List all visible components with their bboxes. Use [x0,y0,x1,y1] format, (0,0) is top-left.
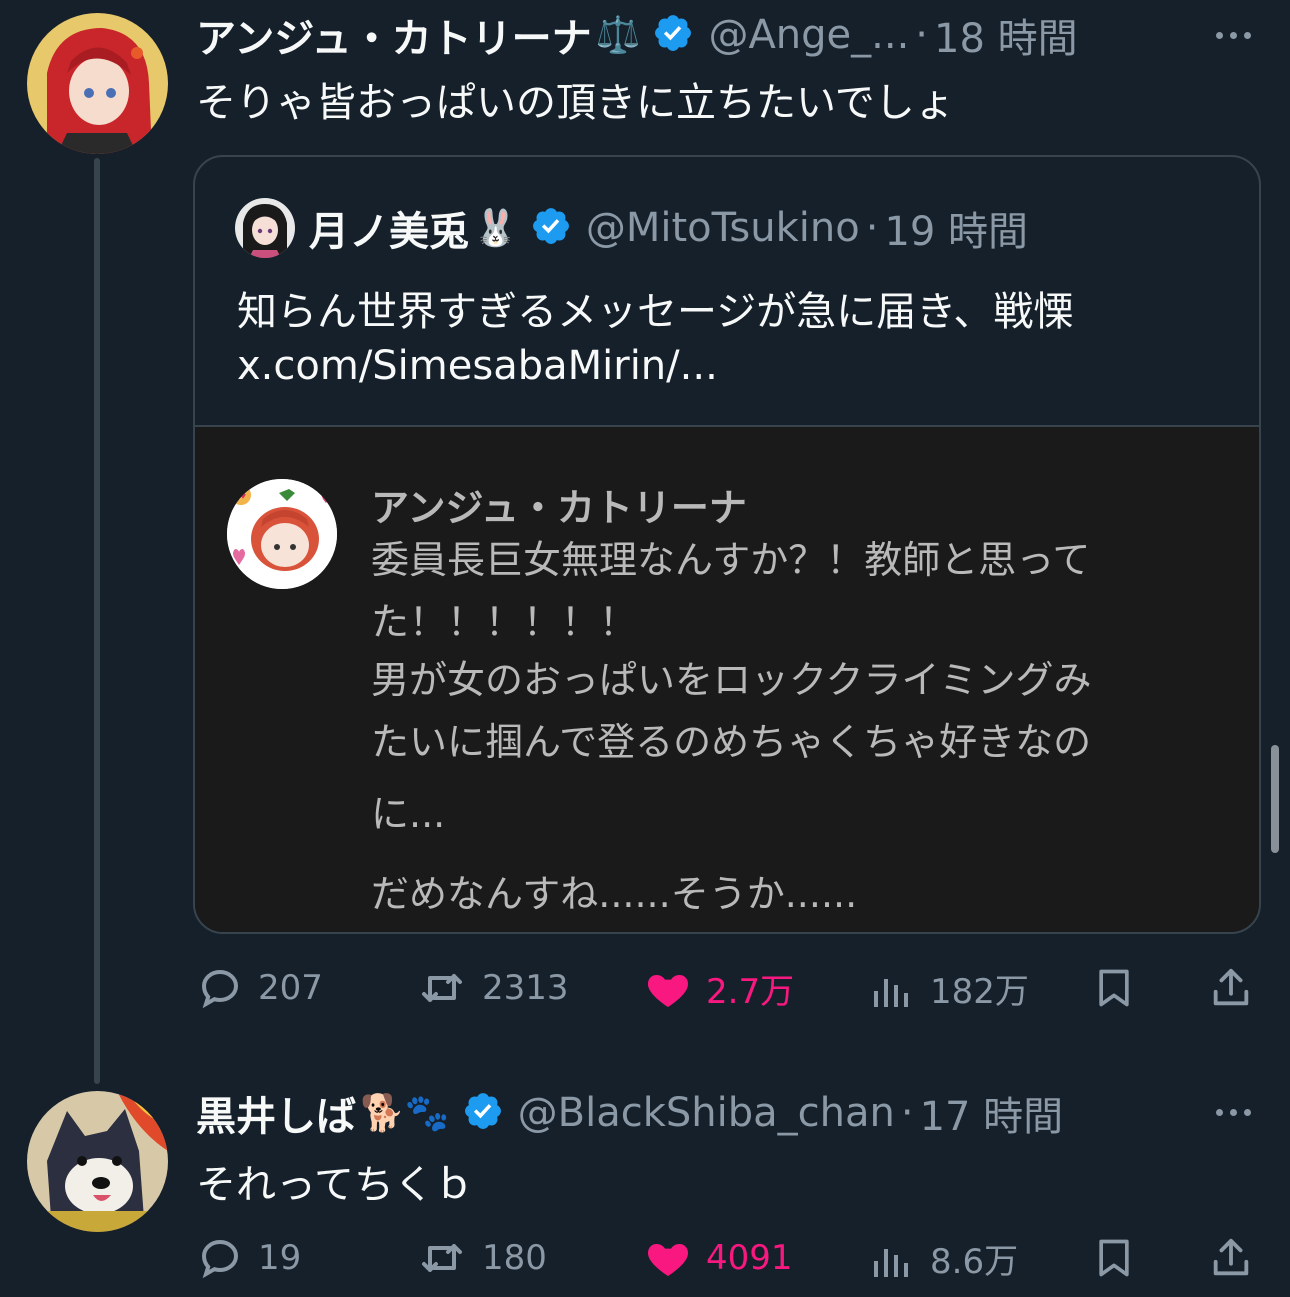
retweet-count: 180 [482,1238,547,1278]
separator-dot: · [915,12,929,58]
views-button[interactable]: 182万 [868,964,1029,1013]
quote-display-name: 月ノ美兎 [309,209,469,255]
more-options-icon[interactable] [1216,1109,1251,1116]
views-count: 182万 [930,972,1029,1012]
bookmark-button[interactable] [1092,1234,1136,1282]
rabbit-emoji-icon: 🐰 [473,208,518,249]
quote-media-image[interactable]: アンジュ・カトリーナ 委員長巨女無理なんすか？！教師と思って た！！！！！！ 男… [195,425,1259,932]
tweet-header: アンジュ・カトリーナ ⚖️ @Ange_... · 18 時間 [196,8,1078,62]
reply-icon [201,1239,239,1279]
reply-icon [201,969,239,1009]
avatar-chibi-icon [227,479,337,589]
views-count: 8.6万 [930,1242,1019,1282]
tweet-action-bar: 207 2313 2.7万 182万 [196,964,1256,1014]
retweet-button[interactable]: 2313 [416,964,569,1012]
quote-user-handle: @MitoTsukino [585,205,860,251]
user-handle[interactable]: @BlackShiba_chan [518,1090,895,1136]
quote-link[interactable]: x.com/SimesabaMirin/... [237,343,718,389]
bookmark-icon [1099,969,1129,1007]
media-text-line: に... [371,792,446,836]
quote-header: 月ノ美兎 🐰 @MitoTsukino · 19 時間 [309,203,1028,255]
retweet-icon [422,974,462,1002]
media-text-line: たいに掴んで登るのめちゃくちゃ好きなの [371,720,1092,764]
media-text-line: だめなんすね......そうか...... [371,872,858,916]
views-chart-icon [874,978,908,1007]
more-options-icon[interactable] [1216,32,1251,39]
reply-button[interactable]: 207 [196,964,323,1012]
verified-badge-icon [652,12,694,58]
avatar-black-hair-icon [235,198,295,258]
quote-avatar [235,198,295,258]
heart-filled-icon [647,1244,689,1276]
like-button[interactable]: 4091 [644,1234,793,1282]
separator-dot: · [865,205,879,251]
views-chart-icon [874,1248,908,1277]
retweet-count: 2313 [482,968,569,1008]
verified-badge-icon [462,1090,504,1136]
like-count: 4091 [706,1238,793,1278]
tweet-action-bar: 19 180 4091 8.6万 [196,1234,1256,1284]
views-button[interactable]: 8.6万 [868,1234,1018,1283]
reply-button[interactable]: 19 [196,1234,301,1282]
retweet-icon [422,1244,462,1272]
dog-paw-emoji-icon: 🐕🐾 [360,1093,450,1134]
user-handle[interactable]: @Ange_... [708,12,909,58]
timeline: アンジュ・カトリーナ ⚖️ @Ange_... · 18 時間 そりゃ皆おっぱい… [0,0,1290,1297]
display-name[interactable]: 黒井しば [196,1084,356,1142]
like-count: 2.7万 [706,972,795,1012]
tweet-text: そりゃ皆おっぱいの頂きに立ちたいでしょ [196,80,955,126]
quote-text-line: 知らん世界すぎるメッセージが急に届き、戦慄 [237,289,1074,335]
media-text-line: た！！！！！！ [371,600,638,644]
media-text-line: 委員長巨女無理なんすか？！教師と思って [371,538,1091,582]
timestamp[interactable]: 17 時間 [920,1084,1064,1142]
media-text-line: 男が女のおっぱいをロッククライミングみ [371,658,1092,702]
share-button[interactable] [1208,964,1254,1012]
heart-filled-icon [647,974,689,1007]
avatar-red-hair-icon [27,13,168,154]
share-icon [1213,968,1249,1006]
verified-badge-icon [530,205,572,251]
media-avatar [227,479,337,589]
separator-dot: · [900,1090,914,1136]
share-button[interactable] [1208,1234,1254,1282]
bookmark-icon [1099,1239,1129,1277]
tweet-header: 黒井しば 🐕🐾 @BlackShiba_chan · 17 時間 [196,1086,1063,1140]
timestamp[interactable]: 18 時間 [934,6,1078,64]
reply-count: 207 [258,968,323,1008]
avatar[interactable] [27,1091,168,1232]
thread-connector-line [94,158,100,1084]
quote-timestamp: 19 時間 [884,209,1029,255]
reply-count: 19 [258,1238,302,1278]
retweet-button[interactable]: 180 [416,1234,547,1282]
like-button[interactable]: 2.7万 [644,964,794,1013]
quote-tweet-card[interactable]: 月ノ美兎 🐰 @MitoTsukino · 19 時間 知らん世界すぎるメッセー… [193,155,1261,934]
display-name[interactable]: アンジュ・カトリーナ [196,6,592,64]
tweet-text: それってちくｂ [196,1162,474,1208]
scales-emoji-icon: ⚖️ [595,15,641,56]
avatar-shiba-dog-icon [27,1091,168,1232]
scrollbar-thumb[interactable] [1271,745,1279,853]
media-display-name: アンジュ・カトリーナ [371,486,747,530]
avatar[interactable] [27,13,168,154]
share-icon [1213,1238,1249,1276]
bookmark-button[interactable] [1092,964,1136,1012]
